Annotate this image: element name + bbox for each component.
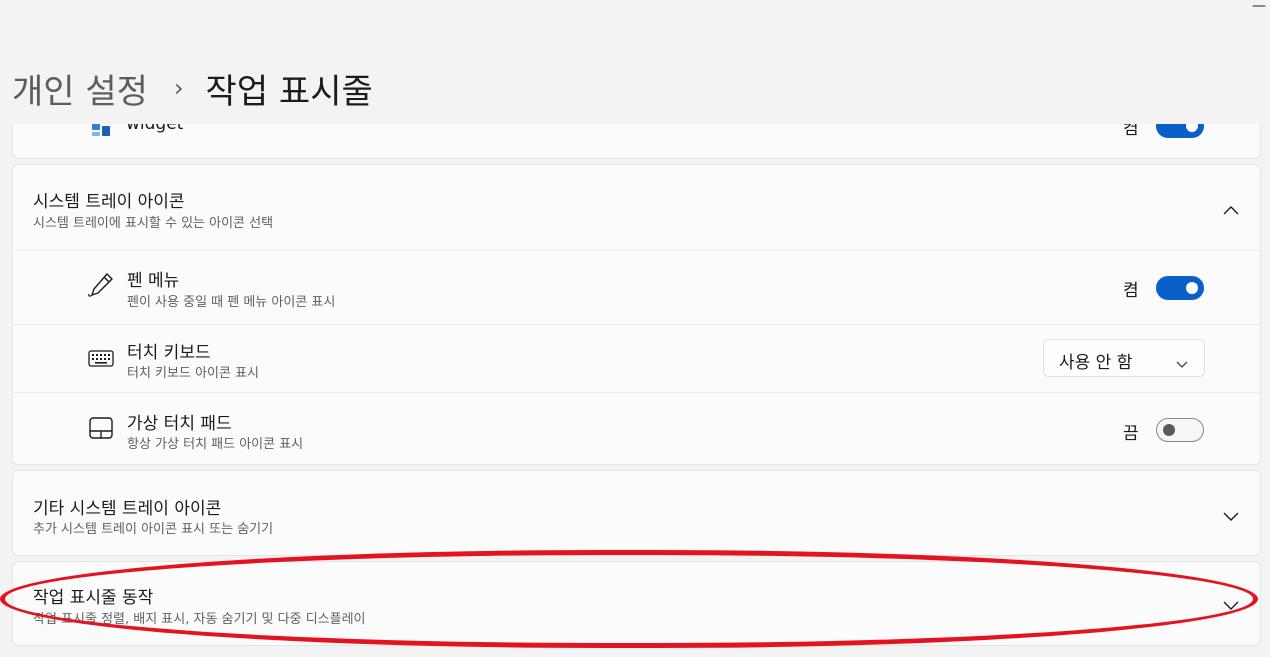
chevron-down-icon [1176,354,1188,368]
virtual-touchpad-row: 가상 터치 패드 항상 가상 터치 패드 아이콘 표시 끔 [13,392,1260,466]
virtual-touchpad-toggle-label: 끔 [1123,424,1139,444]
widget-toggle[interactable] [1156,124,1204,138]
pen-menu-toggle-label: 켬 [1123,281,1139,301]
system-tray-subtitle: 시스템 트레이에 표시할 수 있는 아이콘 선택 [33,216,274,231]
page-title: 작업 표시줄 [205,71,373,112]
minimize-button[interactable]: — [1248,0,1270,18]
other-tray-title: 기타 시스템 트레이 아이콘 [33,499,222,519]
taskbar-behavior-title: 작업 표시줄 동작 [33,588,154,608]
widget-icon [89,124,113,139]
virtual-touchpad-toggle[interactable] [1156,418,1204,442]
breadcrumb-parent-link[interactable]: 개인 설정 [12,64,148,113]
pen-menu-row: 펜 메뉴 펜이 사용 중일 때 펜 메뉴 아이콘 표시 켬 [13,250,1260,324]
taskbar-behavior-card[interactable]: 작업 표시줄 동작 작업 표시줄 정렬, 배지 표시, 자동 숨기기 및 다중 … [12,561,1261,646]
other-tray-subtitle: 추가 시스템 트레이 아이콘 표시 또는 숨기기 [33,522,274,537]
widget-card: widget 켬 [12,124,1261,159]
touch-keyboard-title: 터치 키보드 [127,343,211,363]
pen-menu-subtitle: 펜이 사용 중일 때 펜 메뉴 아이콘 표시 [127,295,336,310]
widget-title: widget [126,124,184,134]
breadcrumb: 개인 설정 › 작업 표시줄 [12,58,373,118]
chevron-down-icon[interactable] [1222,508,1240,521]
touch-keyboard-row: 터치 키보드 터치 키보드 아이콘 표시 사용 안 함 [13,324,1260,392]
system-tray-header[interactable]: 시스템 트레이 아이콘 시스템 트레이에 표시할 수 있는 아이콘 선택 [13,165,1260,250]
system-tray-card: 시스템 트레이 아이콘 시스템 트레이에 표시할 수 있는 아이콘 선택 펜 메… [12,164,1261,465]
touch-keyboard-dropdown-value: 사용 안 함 [1059,353,1133,373]
chevron-down-icon[interactable] [1222,597,1240,610]
system-tray-title: 시스템 트레이 아이콘 [33,192,185,212]
pen-menu-title: 펜 메뉴 [127,271,180,291]
keyboard-icon [87,345,115,373]
taskbar-behavior-subtitle: 작업 표시줄 정렬, 배지 표시, 자동 숨기기 및 다중 디스플레이 [33,612,366,627]
touch-keyboard-subtitle: 터치 키보드 아이콘 표시 [127,366,259,381]
pen-icon [87,271,115,299]
virtual-touchpad-subtitle: 항상 가상 터치 패드 아이콘 표시 [127,437,304,452]
pen-menu-toggle[interactable] [1156,276,1204,300]
chevron-up-icon[interactable] [1222,201,1240,215]
breadcrumb-separator-icon: › [173,74,184,102]
touchpad-icon [87,415,115,443]
touch-keyboard-dropdown[interactable]: 사용 안 함 [1043,339,1205,377]
widget-toggle-label: 켬 [1123,124,1139,139]
virtual-touchpad-title: 가상 터치 패드 [127,414,232,434]
settings-scroll-area[interactable]: widget 켬 시스템 트레이 아이콘 시스템 트레이에 표시할 수 있는 아… [0,124,1270,657]
other-tray-card[interactable]: 기타 시스템 트레이 아이콘 추가 시스템 트레이 아이콘 표시 또는 숨기기 [12,470,1261,556]
